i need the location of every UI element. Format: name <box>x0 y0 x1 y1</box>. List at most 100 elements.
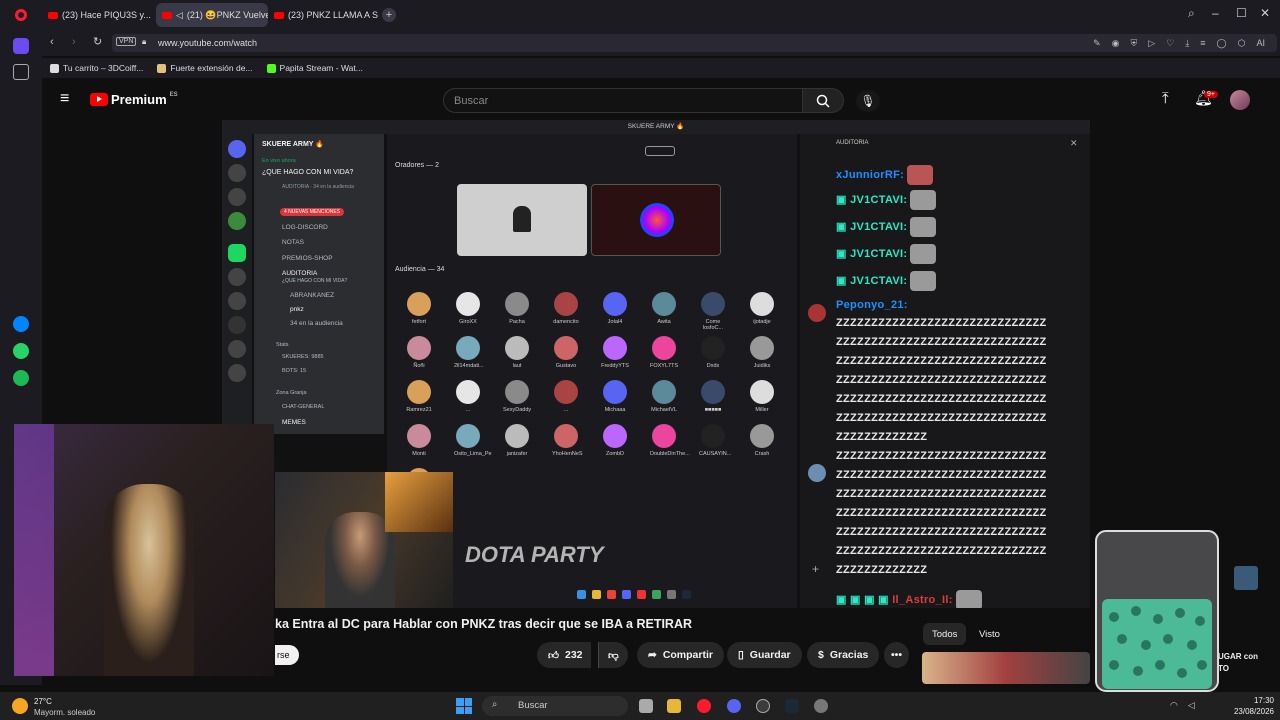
chat-username[interactable]: JV1CTAVI: <box>850 248 907 260</box>
steam-icon[interactable] <box>785 699 799 713</box>
speakers-header[interactable]: Oradores — 2 <box>395 162 439 169</box>
mic-icon[interactable]: 🎙︎ <box>856 90 880 112</box>
star-icon[interactable] <box>13 64 29 80</box>
thanks-button[interactable]: $ Gracias <box>807 642 880 668</box>
server-icon[interactable] <box>228 268 246 286</box>
subscribe-button[interactable]: rse <box>275 645 299 665</box>
channel-item[interactable]: NOTAS <box>282 239 304 246</box>
settings-icon[interactable] <box>814 699 828 713</box>
bookmark-1[interactable]: Tu carrito – 3DCoiff... <box>50 63 143 73</box>
category-label[interactable]: Stats <box>276 342 289 348</box>
audience-member[interactable]: Jotal4 <box>601 292 629 325</box>
audience-member[interactable]: Monti <box>405 424 433 457</box>
audience-member[interactable]: 2ll14mdati... <box>454 336 484 369</box>
channel-item[interactable]: LOG-DISCORD <box>282 224 328 231</box>
search-input[interactable]: Buscar <box>443 88 803 113</box>
wifi-icon[interactable]: ◠ <box>1170 700 1178 711</box>
audience-member[interactable]: GiroXX <box>454 292 482 325</box>
weather-icon[interactable] <box>12 698 28 714</box>
like-button[interactable]: 👍︎ 232 <box>537 642 591 668</box>
messenger-icon[interactable] <box>13 316 29 332</box>
clock-time[interactable]: 17:30 <box>1228 696 1274 705</box>
more-actions-button[interactable]: ••• <box>884 642 910 668</box>
recommended-title[interactable]: UGAR con <box>1218 652 1258 661</box>
audience-member[interactable]: Juidiks <box>748 336 776 369</box>
youtube-premium-logo[interactable]: Premium ES <box>90 92 178 107</box>
play-icon[interactable]: ▷ <box>1148 38 1155 49</box>
server-icon[interactable] <box>228 212 246 230</box>
download-icon[interactable]: ⤓ <box>1185 38 1189 49</box>
camera-icon[interactable]: ◉ <box>1112 38 1120 49</box>
spotify-icon[interactable] <box>13 370 29 386</box>
bookmark-3[interactable]: Papita Stream - Wat... <box>266 63 363 73</box>
voice-user[interactable]: pnkz <box>290 306 304 313</box>
audience-member[interactable]: janizafer <box>503 424 531 457</box>
mentions-badge[interactable]: 4 NUEVAS MENCIONES <box>280 208 345 216</box>
audience-member[interactable]: Come losfoC... <box>699 292 727 331</box>
channel-item[interactable]: AUDITORIA <box>282 270 317 277</box>
audience-member[interactable]: ... <box>454 380 482 413</box>
add-button[interactable]: + <box>812 562 819 576</box>
heart-icon[interactable]: ♡ <box>1166 38 1174 49</box>
audience-member[interactable]: FOXYL7TS <box>650 336 678 369</box>
discord-home-icon[interactable] <box>228 140 246 158</box>
channel-item[interactable]: CHAT-GENERAL <box>282 404 324 410</box>
volume-icon[interactable]: ◁ <box>1188 700 1195 711</box>
server-icon[interactable] <box>228 188 246 206</box>
start-button[interactable] <box>456 698 472 714</box>
save-button[interactable]: ▯ Guardar <box>727 642 802 668</box>
audience-member[interactable]: Ramrez21 <box>405 380 433 413</box>
audience-header[interactable]: Audiencia — 34 <box>395 266 444 273</box>
ai-button[interactable]: AI <box>1256 38 1265 49</box>
weather-text[interactable]: Mayorm. soleado <box>34 708 95 717</box>
forward-button[interactable]: › <box>72 36 76 48</box>
clock-date[interactable]: 23/08/2026 <box>1228 707 1274 716</box>
server-icon[interactable] <box>228 292 246 310</box>
url-field[interactable]: VPN 🔒︎ www.youtube.com/watch ✎ ◉ ⛨ ▷ ♡ ⤓… <box>112 34 1277 52</box>
audience-member[interactable]: CAUSAYIN... <box>699 424 731 457</box>
edit-icon[interactable]: ✎ <box>1093 38 1101 49</box>
dislike-button[interactable]: 👎︎ <box>598 642 628 668</box>
audience-member[interactable]: Osito_Lima_Pe <box>454 424 492 457</box>
recommended-thumbnail[interactable] <box>922 652 1090 684</box>
stage-topic[interactable]: ¿QUE HAGO CON MI VIDA? <box>262 169 353 176</box>
audience-member[interactable]: FreddyYTS <box>601 336 629 369</box>
speaker-tile[interactable] <box>457 184 587 256</box>
extensions-icon[interactable]: ⬡ <box>1238 38 1246 49</box>
audience-member[interactable]: YhoHenNeS <box>552 424 583 457</box>
audience-member[interactable]: Dxdx <box>699 336 727 369</box>
tab-search-icon[interactable]: ⌕ <box>1188 6 1195 21</box>
server-icon[interactable] <box>228 316 246 334</box>
audience-member[interactable]: MichaelVL <box>650 380 678 413</box>
file-explorer-icon[interactable] <box>667 699 681 713</box>
audience-member[interactable]: ... <box>552 380 580 413</box>
audience-member[interactable]: DoubleDinThe... <box>650 424 690 457</box>
chip-all[interactable]: Todos <box>923 623 967 645</box>
server-name[interactable]: SKUERE ARMY 🔥 <box>262 140 324 148</box>
audience-member[interactable]: Gustavo <box>552 336 580 369</box>
chat-username[interactable]: xJunniorRF: <box>836 169 904 181</box>
maximize-button[interactable]: ☐ <box>1236 6 1247 20</box>
audience-member[interactable]: Ñoñi <box>405 336 433 369</box>
voice-user[interactable]: ABRANKANEZ <box>290 292 334 299</box>
category-label[interactable]: Zona Granja <box>276 390 307 396</box>
opera-icon[interactable] <box>697 699 711 713</box>
obs-icon[interactable] <box>756 699 770 713</box>
reload-button[interactable]: ↻ <box>93 35 102 48</box>
side-thumbnail[interactable] <box>1234 566 1258 590</box>
minimize-button[interactable]: – <box>1212 6 1219 20</box>
tab-2-active[interactable]: ◁ (21) 😆PNKZ Vuelve c <box>156 3 268 27</box>
vpn-badge[interactable]: VPN <box>116 37 137 46</box>
tab-1[interactable]: (23) Hace PIQU3S y... <box>42 3 152 27</box>
server-icon[interactable] <box>228 340 246 358</box>
server-icon[interactable] <box>228 244 246 262</box>
audience-member[interactable]: ZombD <box>601 424 629 457</box>
taskbar-search[interactable]: ⌕ Buscar <box>482 696 628 716</box>
discord-icon[interactable] <box>727 699 741 713</box>
audience-member[interactable]: Pacha <box>503 292 531 325</box>
whatsapp-icon[interactable] <box>13 343 29 359</box>
speaker-tile[interactable] <box>591 184 721 256</box>
chat-username[interactable]: JV1CTAVI: <box>850 221 907 233</box>
share-button[interactable]: ➦ Compartir <box>637 642 724 668</box>
audience-member[interactable]: ijotadje <box>748 292 776 325</box>
